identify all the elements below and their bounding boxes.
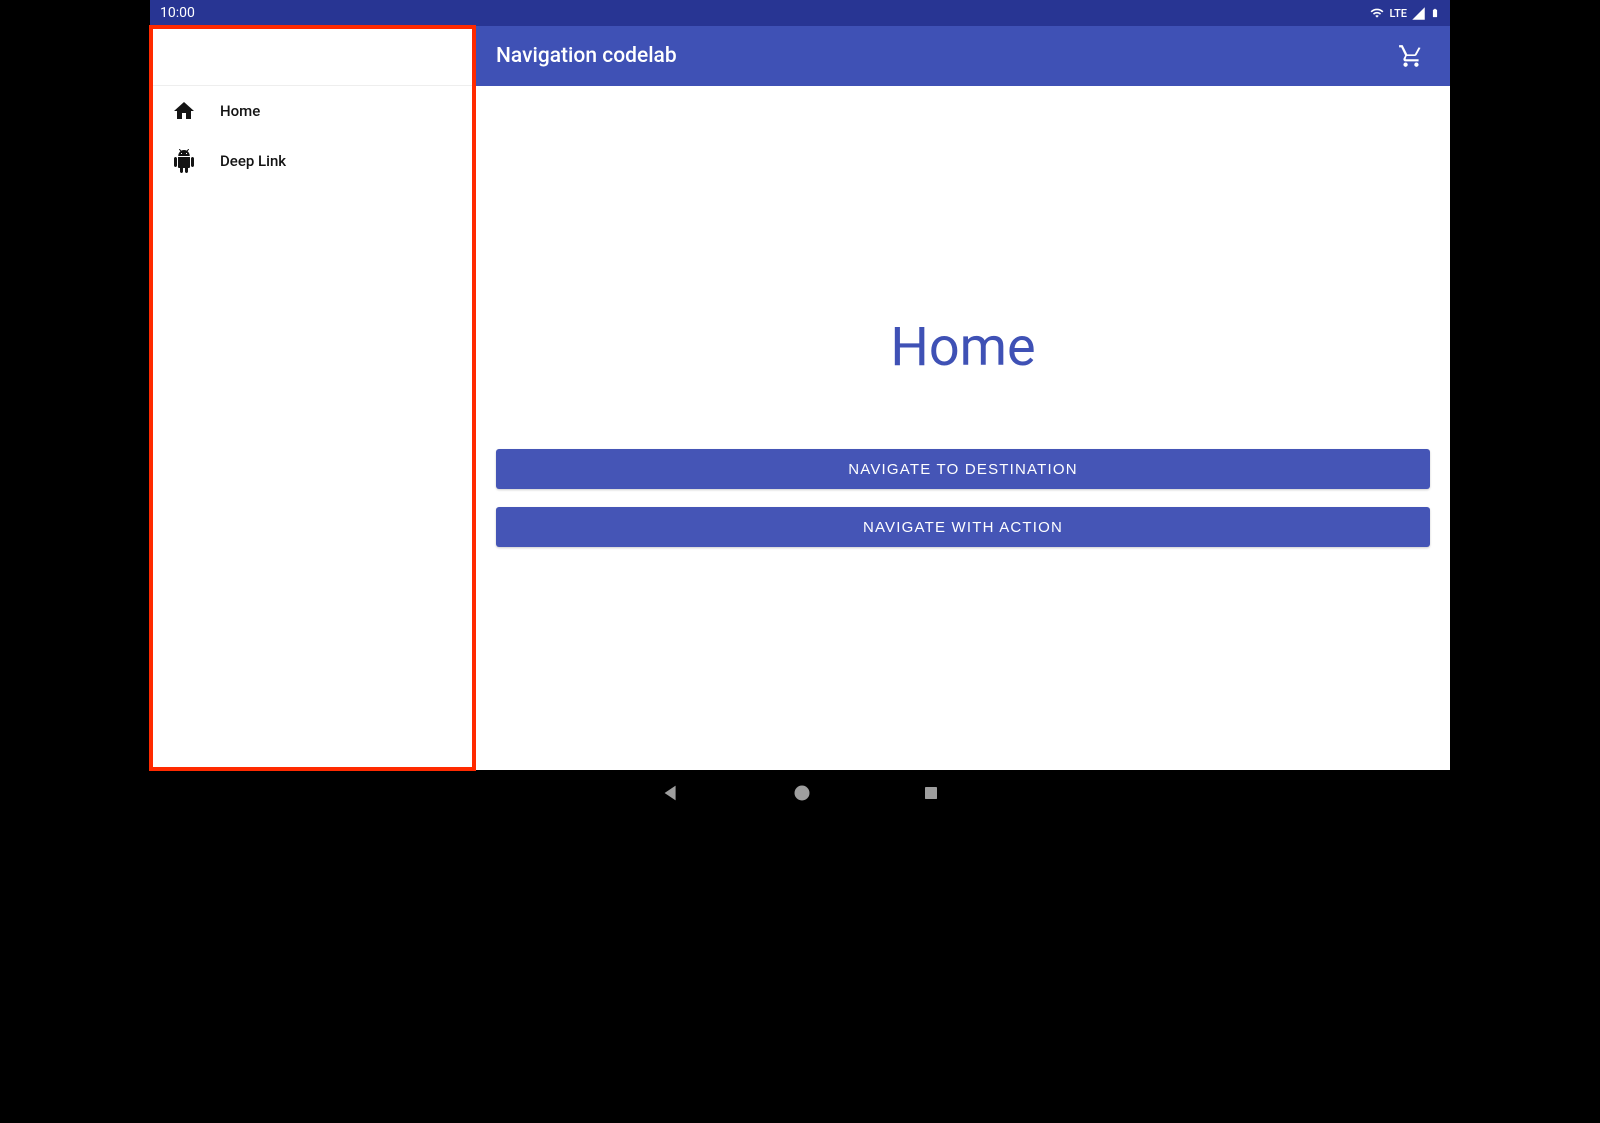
app-bar-title: Navigation codelab — [496, 44, 677, 68]
battery-icon — [1430, 5, 1440, 21]
screen-content: Home Navigate to Destination Navigate wi… — [476, 86, 1450, 770]
page-title: Home — [890, 316, 1035, 379]
signal-icon — [1411, 6, 1426, 21]
system-nav-bar — [150, 770, 1450, 820]
nav-drawer: Home Deep Link — [150, 26, 476, 770]
wifi-icon — [1369, 6, 1385, 20]
status-bar: 10:00 LTE — [150, 0, 1450, 26]
recents-button[interactable] — [922, 784, 940, 806]
app-bar: Navigation codelab — [476, 26, 1450, 86]
square-recents-icon — [922, 784, 940, 802]
app-body: Home Deep Link Navigation codelab Home N… — [150, 26, 1450, 770]
home-button[interactable] — [792, 783, 812, 807]
home-icon — [172, 99, 196, 123]
triangle-back-icon — [660, 782, 682, 804]
drawer-header — [150, 26, 475, 86]
navigate-destination-button[interactable]: Navigate to Destination — [496, 449, 1430, 489]
back-button[interactable] — [660, 782, 682, 808]
status-time: 10:00 — [160, 5, 195, 21]
status-icons: LTE — [1369, 5, 1440, 21]
network-label: LTE — [1389, 7, 1407, 20]
sidebar-item-home[interactable]: Home — [150, 86, 475, 136]
android-icon — [172, 149, 196, 173]
circle-home-icon — [792, 783, 812, 803]
sidebar-item-label: Deep Link — [220, 152, 286, 170]
sidebar-item-label: Home — [220, 102, 260, 120]
device-frame: 10:00 LTE Home Deep Link Navigati — [150, 0, 1450, 820]
navigate-action-button[interactable]: Navigate with Action — [496, 507, 1430, 547]
cart-button[interactable] — [1392, 37, 1430, 75]
sidebar-item-deeplink[interactable]: Deep Link — [150, 136, 475, 186]
shopping-cart-icon — [1398, 43, 1424, 69]
main-column: Navigation codelab Home Navigate to Dest… — [476, 26, 1450, 770]
